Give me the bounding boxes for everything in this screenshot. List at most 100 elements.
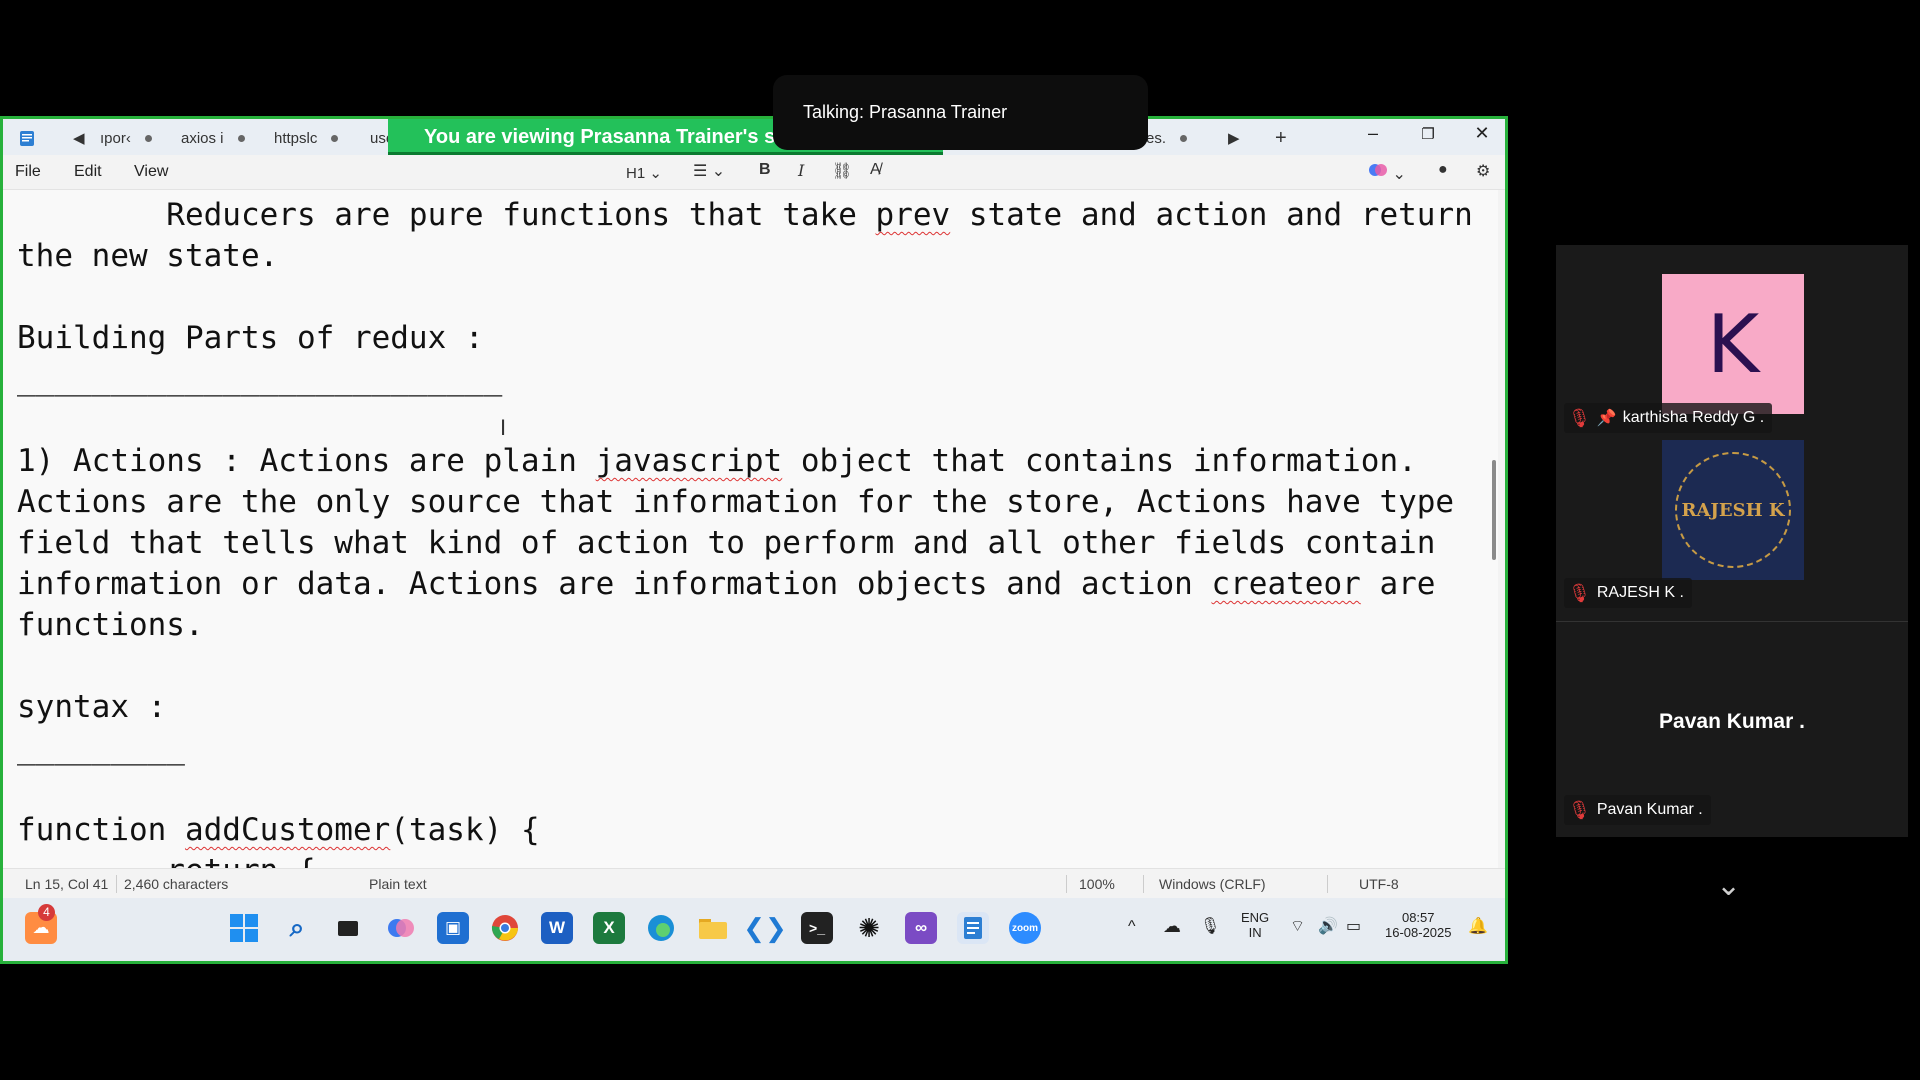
italic-button[interactable]: I <box>798 161 804 180</box>
close-button[interactable]: ✕ <box>1467 123 1497 144</box>
zoom-app-icon[interactable]: zoom <box>1009 912 1041 944</box>
tab-label: ıpor‹ <box>100 129 131 147</box>
mic-tray-icon[interactable]: 🎙 <box>1200 916 1220 936</box>
vscode-icon[interactable]: ❮❯ <box>743 912 787 944</box>
start-icon[interactable] <box>228 912 260 944</box>
copilot-taskbar-icon[interactable] <box>385 912 417 944</box>
misspelled-word[interactable]: prev <box>876 197 951 233</box>
file-explorer-icon[interactable] <box>697 912 729 944</box>
clock-date: 16-08-2025 <box>1385 925 1452 940</box>
link-icon[interactable]: ⛓ <box>832 161 852 181</box>
account-icon[interactable]: ● <box>1438 161 1448 179</box>
volume-icon[interactable]: 🔊 <box>1318 916 1338 936</box>
notepad-app-icon <box>19 125 35 151</box>
status-divider <box>116 875 117 893</box>
chevron-down-icon[interactable]: ⌄ <box>1716 868 1741 903</box>
notification-bell-icon[interactable]: 🔔 <box>1468 916 1488 936</box>
tab-scroll-right-icon[interactable]: ▶ <box>1228 125 1240 151</box>
notepad-taskbar-icon[interactable] <box>957 912 989 944</box>
menu-view[interactable]: View <box>134 163 168 181</box>
text-editor[interactable]: Reducers are pure functions that take pr… <box>3 190 1498 868</box>
list-dropdown[interactable]: ☰ ⌄ <box>693 161 725 181</box>
participant-tile[interactable]: RAJESH K 🎙 RAJESH K . <box>1556 423 1908 622</box>
tab-unsaved-dot-icon <box>331 134 339 142</box>
status-bar: Ln 15, Col 41 2,460 characters Plain tex… <box>3 868 1505 899</box>
talking-text: Talking: Prasanna Trainer <box>803 102 1008 122</box>
chatgpt-icon[interactable]: ✺ <box>853 912 885 944</box>
participant-name: Pavan Kumar . <box>1596 801 1703 818</box>
bullet-list-icon: ☰ <box>693 163 708 180</box>
character-count: 2,460 characters <box>124 876 229 892</box>
avatar: K <box>1662 274 1804 414</box>
clear-format-icon[interactable]: A̸ <box>870 161 881 179</box>
text-cursor-icon: I <box>500 415 507 440</box>
talking-indicator: Talking: Prasanna Trainer <box>773 75 1148 150</box>
restore-button[interactable]: ❐ <box>1413 125 1443 143</box>
language-code: ENG <box>1241 910 1270 925</box>
avatar: RAJESH K <box>1662 440 1804 580</box>
editor-text-content[interactable]: Reducers are pure functions that take pr… <box>17 195 1473 868</box>
gear-icon[interactable]: ⚙ <box>1476 161 1490 181</box>
bold-button[interactable]: B <box>759 161 771 179</box>
visual-studio-icon[interactable]: ∞ <box>905 912 937 944</box>
tab-1[interactable]: ıpor‹ <box>100 125 152 151</box>
chevron-down-icon: ⌄ <box>649 165 662 182</box>
chevron-up-icon[interactable]: ^ <box>1128 918 1136 936</box>
chrome-icon[interactable] <box>489 912 521 944</box>
viewing-banner-text: You are viewing Prasanna Trainer's scr <box>424 125 795 148</box>
tab-unsaved-dot-icon <box>237 134 245 142</box>
mic-muted-icon: 🎙 <box>1568 799 1591 820</box>
minimize-button[interactable]: – <box>1358 123 1388 144</box>
tab-5[interactable]: es. <box>1146 125 1188 151</box>
file-type: Plain text <box>369 876 427 892</box>
search-icon[interactable]: ⌕ <box>281 912 313 944</box>
mic-muted-icon: 🎙 <box>1568 582 1591 603</box>
windows-taskbar: ☁ 4 ⌕ ▣ W X ❮❯ >_ ✺ ∞ zoom ^ ☁ 🎙 ENG IN … <box>3 898 1505 961</box>
tab-label: axios i <box>181 129 224 147</box>
wifi-icon[interactable]: ⌔ <box>1290 916 1305 936</box>
battery-icon[interactable]: ▭ <box>1346 916 1361 936</box>
new-tab-button[interactable]: + <box>1275 125 1287 151</box>
language-indicator[interactable]: ENG IN <box>1241 910 1269 940</box>
participant-tile[interactable]: K 🎙 📌 karthisha Reddy G . <box>1556 245 1908 433</box>
misspelled-word[interactable]: createor <box>1211 566 1360 602</box>
excel-icon[interactable]: X <box>593 912 625 944</box>
misspelled-word[interactable]: javascript <box>596 443 783 479</box>
participant-name-tag: 🎙 Pavan Kumar . <box>1564 795 1711 825</box>
participant-name-tag: 🎙 RAJESH K . <box>1564 578 1692 608</box>
status-divider <box>1327 875 1328 893</box>
heading-dropdown[interactable]: H1 ⌄ <box>626 164 662 182</box>
cursor-position: Ln 15, Col 41 <box>25 876 109 892</box>
misspelled-word[interactable]: addCustomer <box>185 812 390 848</box>
encoding: UTF-8 <box>1359 876 1399 892</box>
chevron-down-icon: ⌄ <box>1392 166 1406 183</box>
participants-panel: K 🎙 📌 karthisha Reddy G . RAJESH K 🎙 RAJ… <box>1556 245 1908 837</box>
line-ending: Windows (CRLF) <box>1159 876 1266 892</box>
tab-unsaved-dot-icon <box>1180 134 1188 142</box>
status-divider <box>1066 875 1067 893</box>
tab-3[interactable]: httpslc <box>274 125 339 151</box>
tab-2[interactable]: axios i <box>181 125 245 151</box>
clock[interactable]: 08:57 16-08-2025 <box>1385 910 1452 940</box>
terminal-icon[interactable]: >_ <box>801 912 833 944</box>
clock-time: 08:57 <box>1401 910 1435 925</box>
menu-file[interactable]: File <box>15 163 41 181</box>
participant-display-name: Pavan Kumar . <box>1659 710 1805 733</box>
zoom-level[interactable]: 100% <box>1079 876 1115 892</box>
tab-unsaved-dot-icon <box>144 134 152 142</box>
task-view-icon[interactable] <box>332 912 364 944</box>
menu-edit[interactable]: Edit <box>74 163 102 181</box>
participant-name: RAJESH K . <box>1596 584 1684 601</box>
tab-scroll-left-icon[interactable]: ◀ <box>73 125 85 151</box>
store-icon[interactable]: ▣ <box>437 912 469 944</box>
word-icon[interactable]: W <box>541 912 573 944</box>
avatar-text: RAJESH K <box>1681 499 1785 521</box>
avatar-letter: K <box>1706 297 1760 391</box>
onedrive-icon[interactable]: ☁ <box>1163 916 1181 937</box>
participant-tile[interactable]: Pavan Kumar . 🎙 Pavan Kumar . <box>1556 622 1908 837</box>
tab-label: es. <box>1146 129 1167 147</box>
edge-icon[interactable] <box>645 912 677 944</box>
copilot-icon[interactable]: ⌄ <box>1368 161 1406 184</box>
status-divider <box>1143 875 1144 893</box>
vertical-scrollbar[interactable] <box>1492 460 1496 560</box>
